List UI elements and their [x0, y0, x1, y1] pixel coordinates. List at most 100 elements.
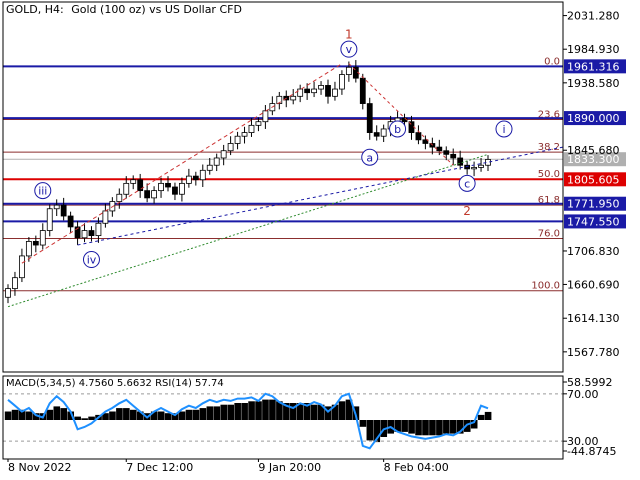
candle-body	[464, 164, 471, 170]
macd-bar	[130, 409, 137, 420]
price-level-tag-label: 1890.000	[567, 112, 620, 125]
macd-bar	[269, 399, 276, 420]
candle-body	[450, 153, 457, 159]
wave-label: a	[366, 151, 373, 164]
macd-bar	[241, 403, 248, 420]
time-axis-label: 9 Jan 20:00	[258, 461, 321, 474]
macd-bar	[262, 399, 269, 420]
candle-body	[436, 146, 443, 152]
macd-bar	[408, 420, 415, 434]
candle-body	[185, 175, 192, 184]
macd-bar	[415, 420, 422, 436]
candle-body	[199, 169, 206, 181]
candle-body	[311, 88, 317, 94]
price-level-tag-label: 1961.316	[567, 60, 620, 73]
macd-bar	[477, 414, 485, 420]
candle-body	[345, 66, 352, 75]
wave-label: b	[394, 123, 401, 136]
candle-body	[5, 288, 11, 298]
wave-label: v	[346, 43, 353, 56]
macd-bar	[359, 420, 367, 427]
candle-body	[241, 132, 248, 137]
price-panel-frame	[2, 1, 564, 373]
candle-body	[179, 182, 185, 195]
macd-bar	[4, 411, 12, 420]
candle-body	[415, 132, 422, 141]
macd-bar	[429, 420, 436, 436]
channel-upper-line	[21, 63, 343, 264]
macd-bar	[11, 409, 19, 420]
indicator-axis-tick-label: 70.00	[567, 388, 599, 401]
fibonacci-label: 38.2	[538, 142, 560, 153]
candle-body	[67, 215, 74, 228]
price-axis-tick-label: 1706.830	[567, 245, 620, 258]
macd-bar	[25, 411, 33, 420]
candle-body	[130, 179, 137, 184]
candle-body	[213, 157, 220, 166]
macd-bar	[227, 404, 235, 420]
macd-bar	[220, 404, 228, 420]
macd-bar	[255, 401, 262, 420]
macd-bar	[338, 401, 346, 420]
candle-body	[206, 164, 213, 171]
macd-bar	[422, 420, 429, 436]
candle-body	[88, 230, 95, 237]
price-level-tag-label: 1747.550	[567, 215, 620, 228]
price-axis-tick-label: 1845.680	[567, 144, 620, 157]
wave-label: 1	[345, 28, 353, 42]
macd-bar	[484, 411, 492, 420]
candle-body	[373, 132, 380, 137]
candle-body	[137, 179, 144, 192]
candle-body	[95, 222, 102, 237]
candle-body	[53, 204, 60, 210]
fibonacci-label: 76.0	[538, 229, 560, 240]
candle-body	[339, 74, 345, 90]
fibonacci-label: 100.0	[531, 281, 560, 292]
candle-body	[234, 135, 241, 144]
candle-body	[227, 143, 234, 152]
symbol-label: GOLD, H4:	[6, 3, 64, 16]
candle-body	[192, 175, 199, 181]
macd-bar	[443, 420, 450, 434]
indicator-axis-tick-label: -44.8745	[567, 445, 616, 458]
candle-body	[255, 121, 262, 126]
candle-body	[123, 182, 130, 195]
candle-body	[325, 85, 331, 97]
macd-bar	[185, 409, 193, 420]
macd-bar	[53, 406, 61, 420]
price-axis-tick-label: 2031.280	[567, 10, 620, 23]
candle-body	[144, 190, 151, 199]
macd-bar	[60, 408, 68, 420]
price-axis-tick-label: 1567.780	[567, 346, 620, 359]
candle-body	[304, 88, 311, 94]
candle-body	[116, 193, 123, 202]
macd-bar	[109, 411, 116, 420]
candle-body	[60, 204, 67, 217]
macd-bar	[123, 408, 130, 420]
time-axis-label: 8 Feb 04:00	[384, 461, 449, 474]
wave-label: i	[502, 123, 505, 136]
macd-bar	[206, 406, 214, 420]
macd-bar	[116, 408, 123, 420]
chart-canvas: 0.023.638.250.061.876.0100.01961.3161890…	[2, 1, 626, 474]
candle-body	[19, 255, 25, 279]
candle-body	[172, 186, 178, 195]
candles-layer	[5, 60, 491, 304]
indicator-label: MACD(5,34,5) 4.7560 5.6632 RSI(14) 57.74	[6, 378, 224, 389]
candle-body	[102, 210, 109, 224]
wave-label: 2	[463, 204, 471, 218]
candle-body	[151, 190, 157, 199]
price-axis-tick-label: 1660.690	[567, 278, 620, 291]
macd-bar	[74, 416, 81, 420]
indicator-layer	[3, 392, 563, 450]
candle-body	[165, 182, 171, 188]
macd-bar	[450, 420, 457, 434]
candle-body	[380, 128, 387, 137]
macd-bar	[234, 403, 241, 420]
price-level-tag-label: 1805.605	[567, 173, 620, 186]
wave-label: iii	[38, 185, 47, 198]
candle-body	[46, 208, 53, 231]
macd-bar	[199, 408, 207, 420]
macd-bar	[436, 420, 443, 436]
wave-label: c	[464, 177, 470, 190]
